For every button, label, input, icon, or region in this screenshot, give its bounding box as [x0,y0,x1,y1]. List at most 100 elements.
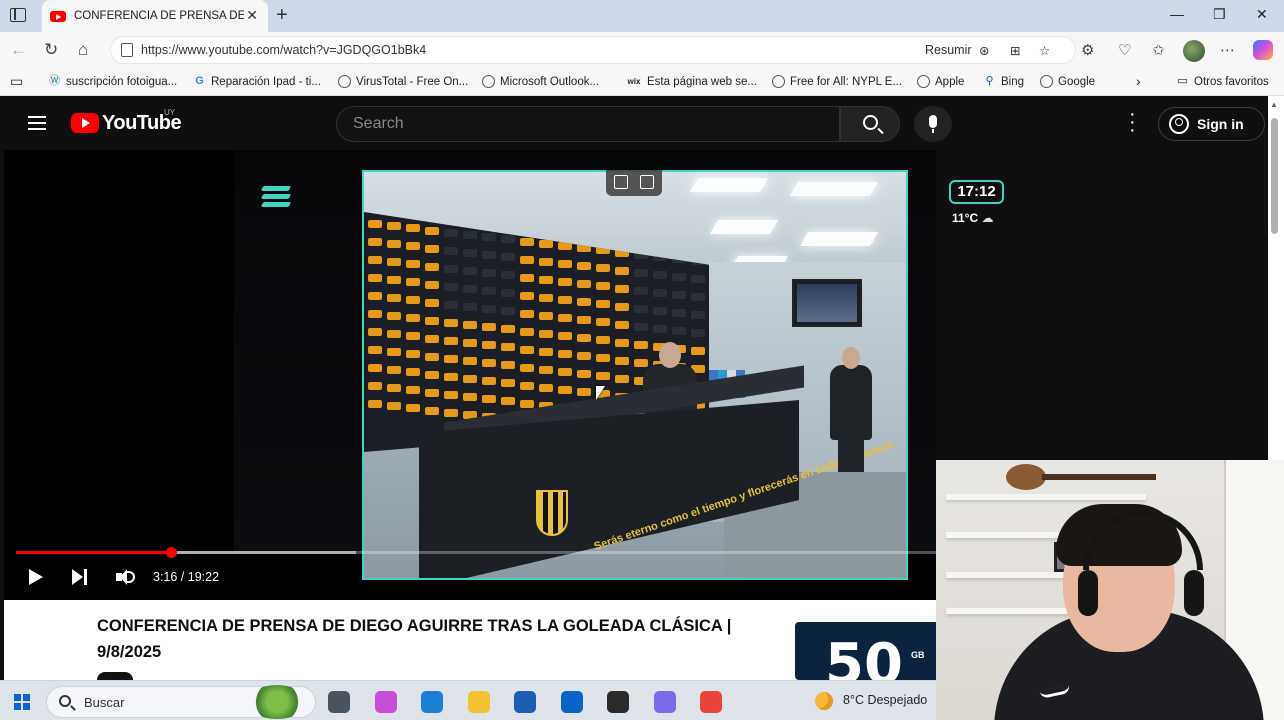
sponsor-board [368,274,382,282]
bookmark-label: VirusTotal - Free On... [356,75,469,88]
picture-in-picture-icon[interactable] [614,175,628,189]
sponsor-board [482,233,496,242]
sponsor-board [596,318,610,327]
sponsor-board [558,278,572,286]
sponsor-board [653,271,667,279]
sponsor-board [425,244,439,253]
obs-app-icon[interactable] [607,691,629,713]
copilot-icon[interactable] [1253,40,1273,60]
bookmark-item[interactable]: G Reparación Ipad - ti... [193,75,321,88]
search-input[interactable] [337,107,817,141]
ad-unit: GB [911,650,925,660]
url-text[interactable]: https://www.youtube.com/watch?v=JGDQGO1b… [141,43,426,57]
copilot-page-icon[interactable]: ⊛ [979,43,989,58]
profile-avatar[interactable] [1183,40,1205,62]
windows-start-icon[interactable] [14,694,30,710]
minimize-icon[interactable]: — [1170,6,1184,22]
youtube-logo-icon[interactable] [71,113,99,133]
sponsor-board [482,359,496,368]
sponsor-board [387,276,401,285]
channel-avatar[interactable] [97,672,133,680]
refresh-icon[interactable]: ↻ [44,40,58,60]
video-title: CONFERENCIA DE PRENSA DE DIEGO AGUIRRE T… [97,617,732,661]
bookmark-item[interactable]: Ⓦsuscripción fotoigua... [48,75,177,88]
taskbar-weather[interactable]: 8°C Despejado [815,690,935,712]
scroll-up-icon[interactable]: ▲ [1270,100,1278,109]
sponsor-board [406,404,420,413]
sponsor-board [368,400,382,408]
webcam-overlay [936,460,1284,720]
sponsor-board [368,328,382,336]
bookmark-item[interactable]: Google [1040,75,1095,88]
sponsor-board [463,285,477,293]
sponsor-board [482,341,496,350]
sponsor-board [425,388,439,397]
sponsor-board [520,237,534,246]
scrollbar-thumb[interactable] [1271,118,1278,234]
chevron-right-icon[interactable]: › [1136,73,1141,89]
new-tab-icon[interactable]: + [276,4,288,27]
favorite-star-icon[interactable]: ☆ [1039,43,1050,58]
sponsor-board [387,384,401,393]
more-menu-icon[interactable]: ⋯ [1220,41,1235,59]
overlay-weather: 11°C ☁ [952,211,994,225]
restore-icon[interactable]: ❐ [1213,6,1226,23]
volume-icon[interactable] [116,568,136,586]
bookmark-item[interactable]: Microsoft Outlook... [482,75,599,88]
address-bar[interactable]: https://www.youtube.com/watch?v=JGDQGO1b… [110,36,1076,64]
google-icon: G [195,75,204,87]
sponsor-board [672,309,686,318]
summarize-button[interactable]: Resumir [925,43,972,57]
home-icon[interactable]: ⌂ [78,40,88,60]
bookmark-item[interactable]: wix Esta página web se... [626,75,757,88]
sponsor-board [482,269,496,278]
sponsor-board [425,316,439,325]
notes-icon[interactable] [640,175,654,189]
browser-tab-active[interactable]: CONFERENCIA DE PRENSA DE DIEGO AGUIRRE T… [42,0,268,32]
sponsor-board [577,388,591,397]
favorites-icon[interactable]: ✩ [1152,41,1165,59]
file-explorer-icon[interactable] [467,691,490,713]
browser-essentials-icon[interactable]: ♡ [1118,41,1131,59]
sponsor-board [577,370,591,379]
sponsor-board [406,350,420,359]
discord-app-icon[interactable] [653,691,676,713]
outlook-app-icon[interactable] [560,691,583,713]
edge-app-icon[interactable] [421,691,443,713]
other-favorites-folder[interactable]: ▭ Otros favoritos [1176,75,1268,88]
sponsor-board [520,363,534,372]
close-window-icon[interactable]: ✕ [1256,6,1268,23]
sponsor-board [406,260,420,269]
copilot-app-icon[interactable] [374,691,397,713]
ad-banner[interactable]: 50 GB [795,622,945,680]
search-icon [863,115,878,130]
taskbar-search[interactable]: Buscar [46,685,316,719]
voice-search-button[interactable] [914,106,952,142]
sidebar-toggle-icon[interactable] [10,8,26,22]
back-icon[interactable]: ← [10,40,27,60]
chrome-app-icon[interactable] [700,691,722,713]
task-view-icon[interactable] [328,691,350,713]
extensions-icon[interactable]: ⚙ [1081,41,1094,59]
bookmark-item[interactable]: ⚲ Bing [983,75,1024,88]
reading-view-icon[interactable]: ▭ [10,73,23,90]
site-info-icon[interactable] [121,43,133,57]
play-icon[interactable] [29,569,43,585]
bookmark-item[interactable]: VirusTotal - Free On... [338,75,468,88]
sponsor-board [482,287,496,296]
split-screen-icon[interactable]: ⊞ [1010,43,1020,58]
bookmark-item[interactable]: Apple [917,75,964,88]
sponsor-board [520,273,534,282]
sponsor-board [691,311,705,320]
microsoft-store-icon[interactable] [514,691,536,713]
bookmark-item[interactable]: Free for All: NYPL E... [772,75,902,88]
sign-in-button[interactable]: Sign in [1158,107,1265,141]
settings-kebab-icon[interactable]: · · · [1129,104,1136,140]
close-tab-icon[interactable]: ✕ [246,7,258,24]
next-icon[interactable] [72,569,87,585]
search-button[interactable] [840,106,900,142]
menu-icon[interactable] [28,116,46,130]
bookmark-label: Esta página web se... [647,75,757,88]
bookmark-label: suscripción fotoigua... [66,75,178,88]
sponsor-board [463,321,477,329]
